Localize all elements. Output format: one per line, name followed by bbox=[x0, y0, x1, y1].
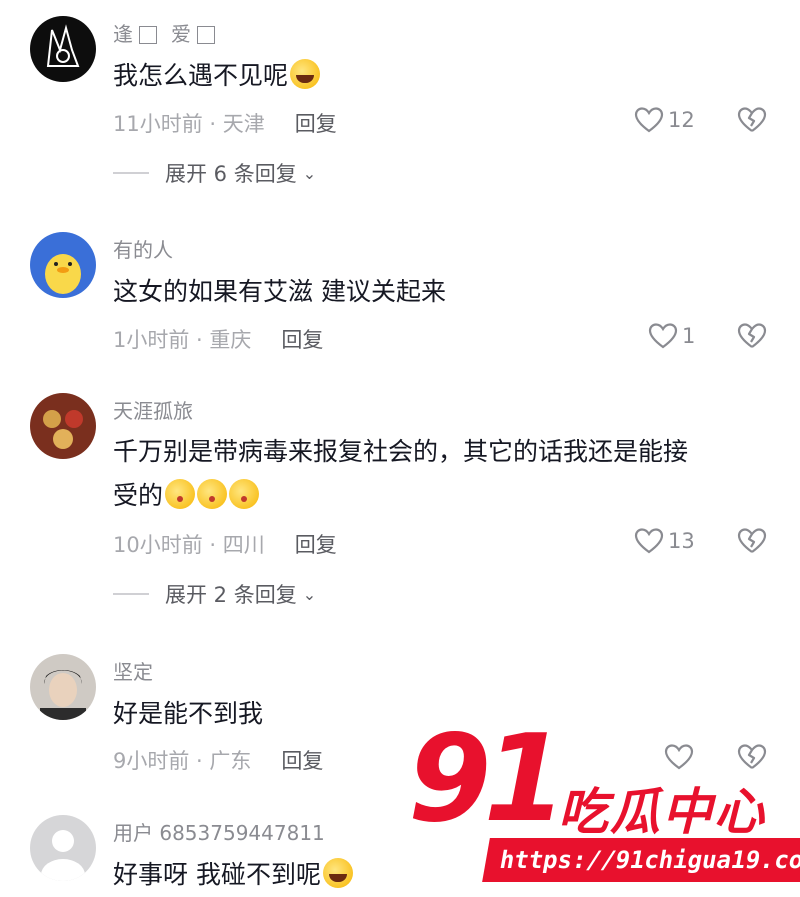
like-count: 12 bbox=[668, 108, 695, 132]
heart-icon bbox=[634, 107, 664, 133]
comment-meta: 11小时前 · 天津 回复 bbox=[113, 108, 337, 138]
username[interactable]: 有的人 bbox=[113, 234, 173, 263]
broken-heart-icon bbox=[737, 528, 767, 553]
like-count: 1 bbox=[682, 324, 696, 348]
expand-label: 展开 6 条回复 bbox=[165, 162, 297, 186]
timestamp-location: 10小时前 · 四川 bbox=[113, 533, 265, 557]
dislike-button[interactable] bbox=[736, 322, 768, 354]
username[interactable]: 天涯孤旅 bbox=[113, 395, 193, 424]
broken-heart-icon bbox=[737, 323, 767, 348]
crying-laughing-emoji-icon bbox=[290, 59, 321, 89]
dislike-button[interactable] bbox=[736, 527, 768, 559]
reply-button[interactable]: 回复 bbox=[295, 533, 337, 557]
chevron-down-icon: ⌄ bbox=[302, 584, 317, 604]
watermark: 91 吃瓜中心 https://91chigua19.com bbox=[408, 710, 800, 890]
crying-laughing-emoji-icon bbox=[322, 858, 353, 888]
dislike-button[interactable] bbox=[736, 106, 768, 138]
avatar[interactable] bbox=[30, 16, 96, 82]
comment-meta: 10小时前 · 四川 回复 bbox=[113, 529, 337, 559]
comment-text: 这女的如果有艾滋 建议关起来 bbox=[113, 277, 446, 306]
avatar[interactable] bbox=[30, 393, 96, 459]
comment-text-content: 好事呀 我碰不到呢 bbox=[113, 860, 321, 889]
comment-text: 我怎么遇不见呢 bbox=[113, 54, 773, 98]
avatar[interactable] bbox=[30, 232, 96, 298]
expand-replies[interactable]: 展开 2 条回复 ⌄ bbox=[113, 579, 316, 609]
timestamp-location: 11小时前 · 天津 bbox=[113, 112, 265, 136]
comment-text-content: 我怎么遇不见呢 bbox=[113, 61, 289, 90]
heart-icon bbox=[634, 528, 664, 554]
reply-button[interactable]: 回复 bbox=[281, 749, 323, 773]
username-part: 爱 bbox=[171, 22, 191, 46]
username-part: 逢 bbox=[113, 22, 133, 46]
kiss-emoji-icon bbox=[229, 479, 260, 509]
comment-text-line: 受的 bbox=[113, 474, 773, 518]
watermark-url: https://91chigua19.com bbox=[482, 838, 800, 882]
avatar[interactable] bbox=[30, 654, 96, 720]
like-button[interactable]: 1 bbox=[648, 322, 695, 350]
username[interactable]: 用户 6853759447811 bbox=[113, 817, 325, 846]
comment-meta: 9小时前 · 广东 回复 bbox=[113, 745, 323, 775]
watermark-number: 91 bbox=[408, 710, 567, 849]
box-glyph-icon bbox=[139, 26, 157, 44]
like-count: 13 bbox=[668, 529, 695, 553]
box-glyph-icon bbox=[197, 26, 215, 44]
heart-icon bbox=[648, 323, 678, 349]
reply-button[interactable]: 回复 bbox=[295, 112, 337, 136]
username[interactable]: 坚定 bbox=[113, 656, 153, 685]
comment-text-line: 千万别是带病毒来报复社会的，其它的话我还是能接 bbox=[113, 437, 689, 466]
comment-text: 千万别是带病毒来报复社会的，其它的话我还是能接 受的 bbox=[113, 430, 773, 518]
username[interactable]: 逢爱 bbox=[113, 18, 229, 47]
comment-meta: 1小时前 · 重庆 回复 bbox=[113, 324, 323, 354]
expand-label: 展开 2 条回复 bbox=[165, 583, 297, 607]
expand-replies[interactable]: 展开 6 条回复 ⌄ bbox=[113, 158, 316, 188]
avatar[interactable] bbox=[30, 815, 96, 881]
divider bbox=[113, 593, 149, 595]
chevron-down-icon: ⌄ bbox=[302, 163, 317, 183]
broken-heart-icon bbox=[737, 107, 767, 132]
kiss-emoji-icon bbox=[165, 479, 196, 509]
watermark-name: 吃瓜中心 bbox=[558, 783, 766, 841]
kiss-emoji-icon bbox=[197, 479, 228, 509]
comment-text-content: 受的 bbox=[113, 481, 164, 510]
timestamp-location: 1小时前 · 重庆 bbox=[113, 328, 252, 352]
like-button[interactable]: 12 bbox=[634, 106, 695, 134]
like-button[interactable]: 13 bbox=[634, 527, 695, 555]
divider bbox=[113, 172, 149, 174]
timestamp-location: 9小时前 · 广东 bbox=[113, 749, 252, 773]
reply-button[interactable]: 回复 bbox=[281, 328, 323, 352]
